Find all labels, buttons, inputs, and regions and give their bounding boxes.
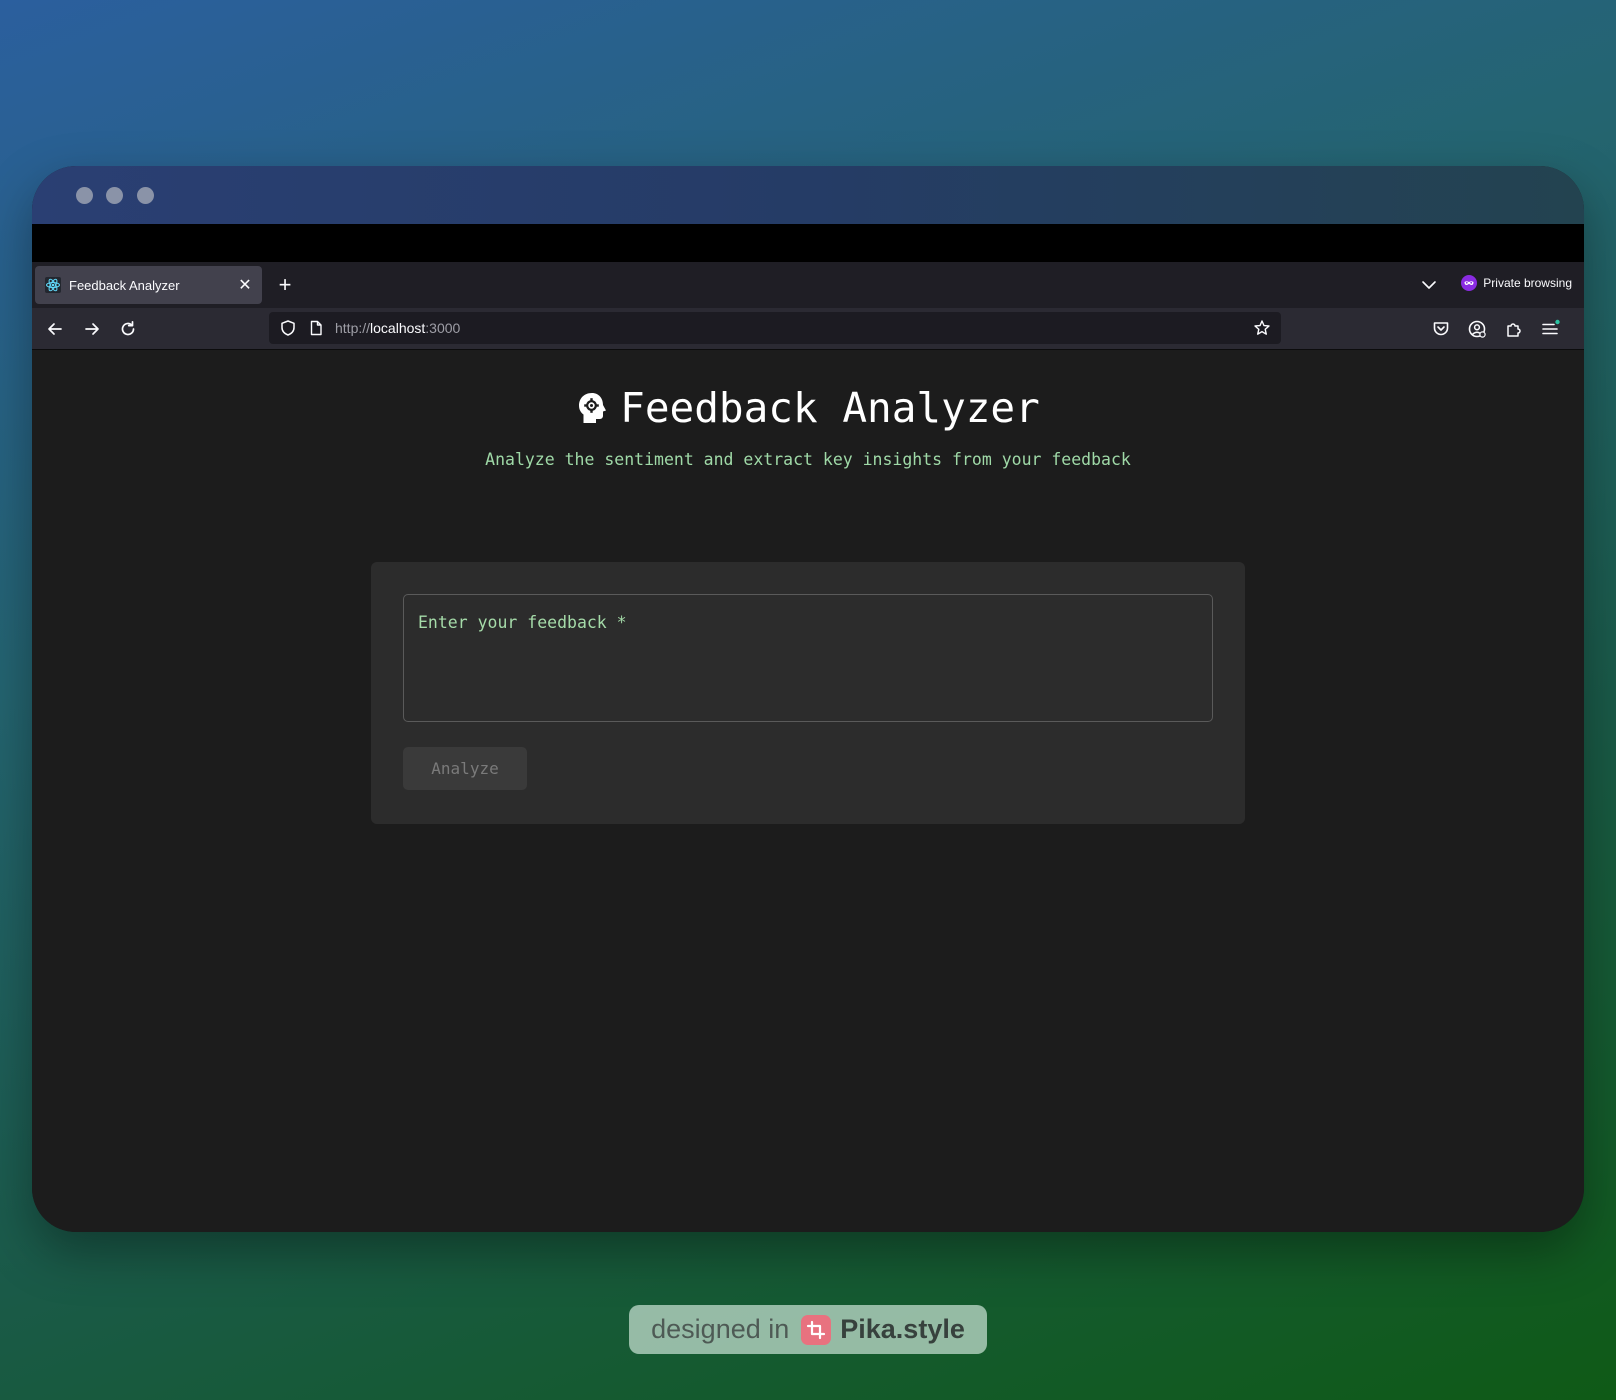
reload-icon[interactable] [117, 318, 139, 340]
feedback-card: Enter your feedback * Analyze [371, 562, 1245, 824]
page-heading: Feedback Analyzer [32, 384, 1584, 432]
top-black-bar [32, 224, 1584, 262]
url-scheme: http:// [335, 320, 371, 336]
back-arrow-icon[interactable] [44, 318, 66, 340]
shield-icon[interactable] [279, 319, 297, 337]
tab-close-icon[interactable]: ✕ [238, 275, 252, 295]
page-title: Feedback Analyzer [620, 384, 1040, 432]
tab-strip: Feedback Analyzer ✕ + Private browsing [32, 262, 1584, 308]
page-subtitle: Analyze the sentiment and extract key in… [485, 450, 1131, 469]
menu-icon[interactable] [1539, 318, 1561, 340]
bookmark-star-icon[interactable] [1253, 319, 1271, 337]
chevron-down-icon[interactable] [1420, 276, 1438, 294]
feedback-placeholder: Enter your feedback * [418, 613, 627, 632]
close-window-dot[interactable] [76, 187, 93, 204]
badge-prefix: designed in [651, 1314, 790, 1344]
pika-style-badge[interactable]: designed in Pika.style [629, 1305, 987, 1354]
account-icon[interactable] [1466, 318, 1488, 340]
url-host: localhost [370, 320, 426, 336]
window-titlebar [32, 166, 1584, 224]
react-icon [45, 277, 61, 293]
pika-logo-icon [801, 1314, 832, 1345]
page-content: Feedback Analyzer Analyze the sentiment … [32, 350, 1584, 1232]
new-tab-button[interactable]: + [272, 272, 298, 298]
tab-feedback-analyzer[interactable]: Feedback Analyzer ✕ [35, 266, 262, 304]
page-icon[interactable] [307, 319, 325, 337]
analyze-button[interactable]: Analyze [403, 747, 527, 790]
address-bar[interactable]: http://localhost:3000 [269, 312, 1281, 344]
private-browsing-indicator: Private browsing [1461, 275, 1572, 291]
pocket-icon[interactable] [1430, 318, 1452, 340]
maximize-window-dot[interactable] [137, 187, 154, 204]
extensions-puzzle-icon[interactable] [1503, 318, 1525, 340]
private-mask-icon [1461, 275, 1478, 291]
browser-window: Feedback Analyzer ✕ + Private browsing h… [32, 166, 1584, 1232]
tab-title: Feedback Analyzer [69, 277, 180, 293]
private-browsing-label: Private browsing [1483, 276, 1572, 290]
badge-brand: Pika.style [840, 1314, 965, 1344]
forward-arrow-icon[interactable] [81, 318, 103, 340]
minimize-window-dot[interactable] [106, 187, 123, 204]
navigation-toolbar: http://localhost:3000 [32, 308, 1584, 350]
url-text[interactable]: http://localhost:3000 [335, 320, 1253, 336]
psychology-head-gear-icon [576, 391, 608, 425]
url-port: :3000 [425, 320, 461, 336]
feedback-textarea[interactable]: Enter your feedback * [403, 594, 1213, 722]
